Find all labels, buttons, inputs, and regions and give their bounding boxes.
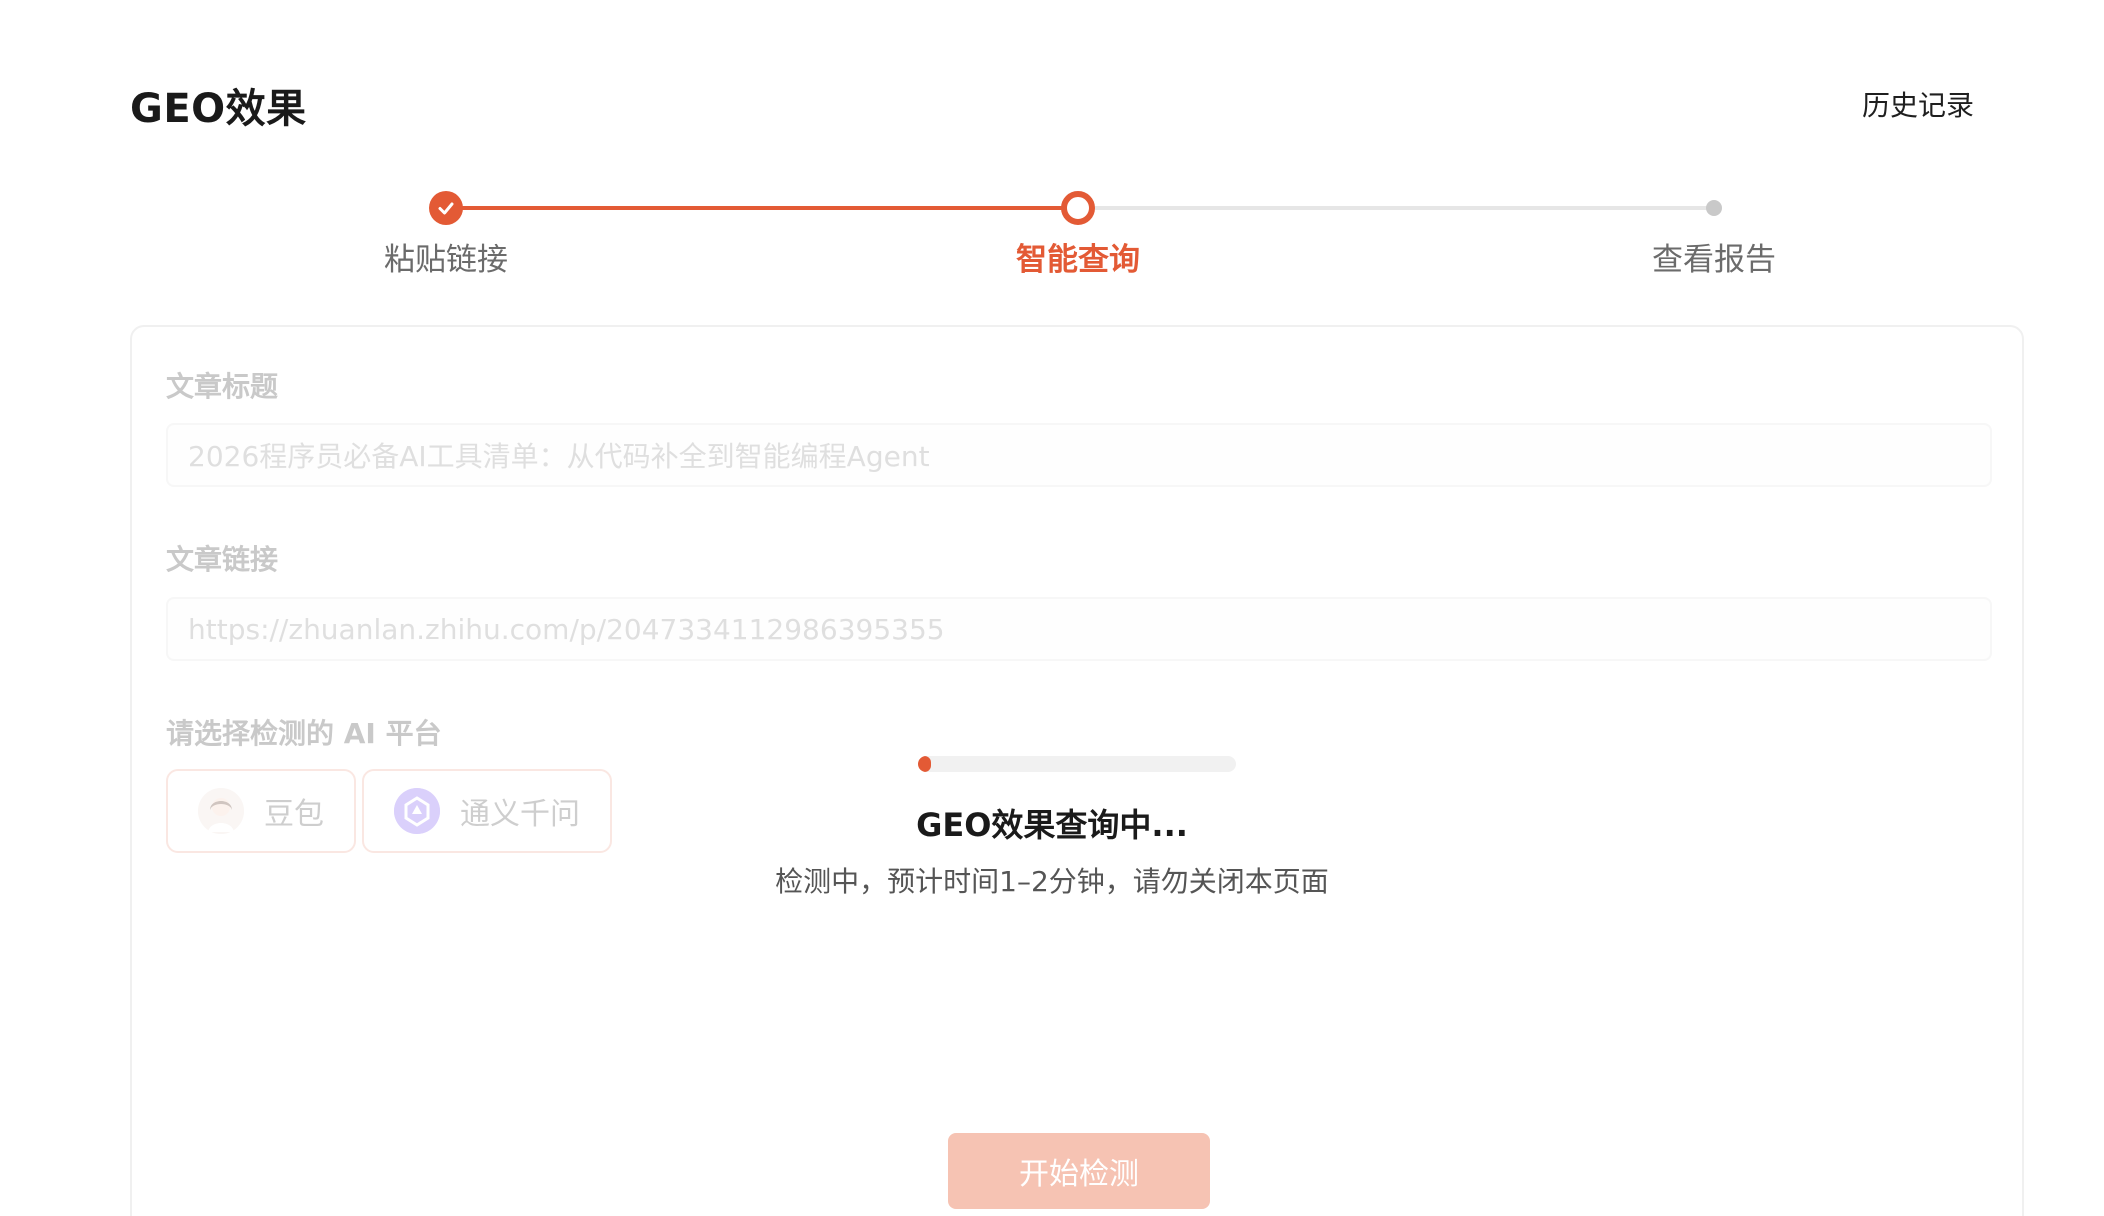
platform-select-label: 请选择检测的 AI 平台 [166,717,442,750]
article-title-input[interactable]: 2026程序员必备AI工具清单：从代码补全到智能编程Agent [166,423,1992,487]
loading-title: GEO效果查询中... [916,806,1188,844]
article-link-input[interactable]: https://zhuanlan.zhihu.com/p/20473341129… [166,597,1992,661]
loading-subtitle: 检测中，预计时间1–2分钟，请勿关闭本页面 [775,865,1329,898]
start-detection-button[interactable]: 开始检测 [948,1133,1210,1209]
step-label-paste-link: 粘贴链接 [384,242,508,278]
stepper-line-done [446,206,1078,210]
stepper-line-todo [1078,206,1714,210]
progress-stepper: 粘贴链接 智能查询 查看报告 [130,190,2024,290]
page-title: GEO效果 [130,86,307,132]
step-current-dot [1061,191,1095,225]
step-done-check-icon [429,191,463,225]
step-todo-dot [1706,200,1722,216]
article-title-label: 文章标题 [166,370,279,403]
article-link-label: 文章链接 [166,543,279,576]
query-progress-fill [918,756,931,772]
history-link[interactable]: 历史记录 [1862,84,1974,124]
step-label-view-report: 查看报告 [1652,242,1776,278]
query-progress-bar [918,756,1236,772]
step-label-smart-query: 智能查询 [1016,242,1140,278]
